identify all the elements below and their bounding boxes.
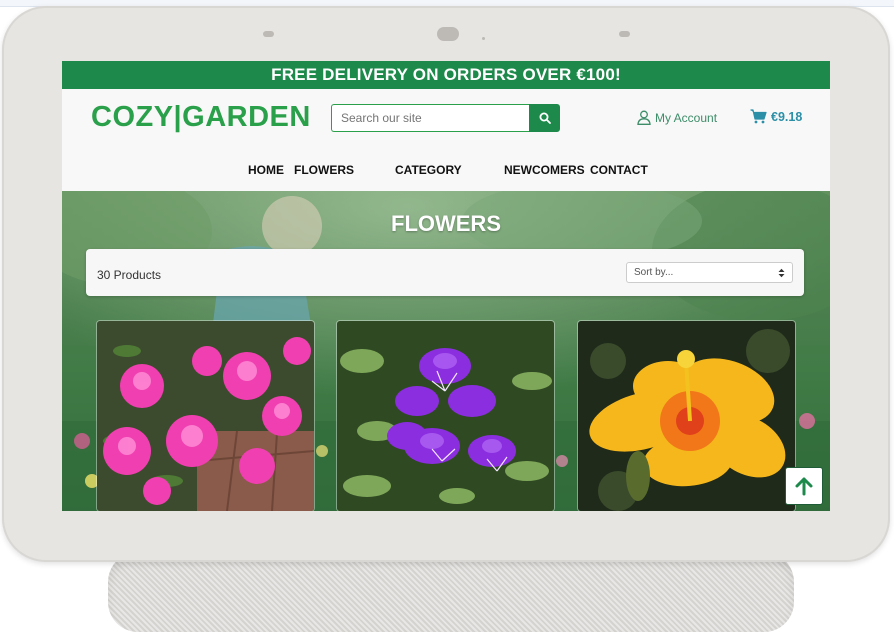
search-icon [539, 112, 551, 124]
sensor-right [619, 31, 630, 37]
search-button[interactable] [529, 104, 560, 132]
site-logo[interactable]: COZY|GARDEN [91, 101, 311, 134]
nav-contact[interactable]: CONTACT [590, 163, 648, 177]
site-header: COZY|GARDEN My Account €9. [62, 89, 830, 191]
nav-home[interactable]: HOME [248, 163, 284, 177]
cart-icon [750, 109, 767, 124]
hero-section: FLOWERS 30 Products Sort by... [62, 191, 830, 511]
sort-select[interactable]: Sort by... [626, 262, 793, 283]
nav-flowers[interactable]: FLOWERS [294, 163, 354, 177]
products-toolbar: 30 Products Sort by... [86, 249, 804, 296]
product-card-purple-tibouchina[interactable] [337, 321, 554, 511]
sort-caret-icon [778, 268, 785, 277]
nav-newcomers[interactable]: NEWCOMERS [504, 163, 585, 177]
my-account-link[interactable]: My Account [637, 110, 717, 125]
cart-link[interactable]: €9.18 [750, 109, 802, 124]
user-icon [637, 110, 651, 125]
search-input[interactable] [331, 104, 529, 132]
sensor-dot [482, 37, 485, 40]
device-stand [108, 552, 794, 632]
device-screen: FREE DELIVERY ON ORDERS OVER €100! COZY|… [62, 61, 830, 511]
nav-category[interactable]: CATEGORY [395, 163, 462, 177]
sort-select-value: Sort by... [634, 267, 674, 278]
main-nav: HOME FLOWERS CATEGORY NEWCOMERS CONTACT [62, 163, 830, 181]
product-card-yellow-hibiscus[interactable] [578, 321, 795, 511]
cart-total: €9.18 [771, 109, 803, 124]
camera [437, 27, 459, 41]
product-count: 30 Products [97, 268, 162, 282]
product-card-pink-azalea[interactable] [97, 321, 314, 511]
promo-banner: FREE DELIVERY ON ORDERS OVER €100! [62, 61, 830, 89]
purple-tibouchina-image [337, 321, 554, 511]
pink-azalea-image [97, 321, 314, 511]
arrow-up-icon [795, 477, 813, 496]
sensor-left [263, 31, 274, 37]
my-account-label: My Account [655, 110, 718, 125]
page-title: FLOWERS [391, 211, 501, 236]
back-to-top-button[interactable] [785, 467, 823, 505]
search-form [331, 104, 560, 132]
yellow-hibiscus-image [578, 321, 795, 511]
